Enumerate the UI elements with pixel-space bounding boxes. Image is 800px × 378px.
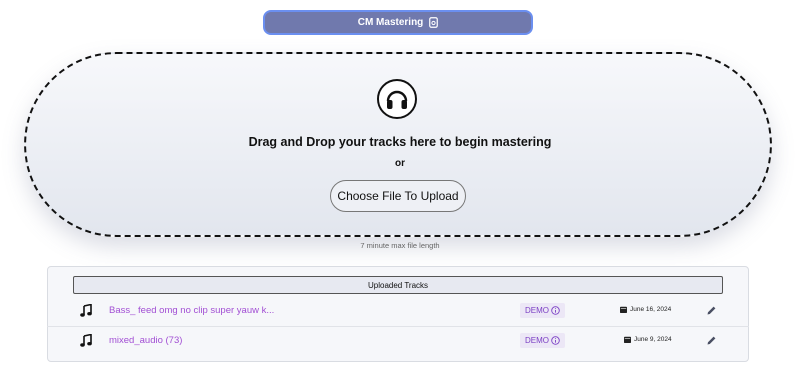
track-date: June 9, 2024 (624, 336, 672, 343)
track-row: Bass_ feed omg no clip super yauw k... D… (47, 297, 749, 325)
demo-badge-label: DEMO (525, 336, 549, 345)
choose-file-button[interactable]: Choose File To Upload (330, 180, 466, 212)
app-title-label: CM Mastering (357, 17, 424, 28)
track-date: June 16, 2024 (620, 306, 671, 313)
dropzone-title: Drag and Drop your tracks here to begin … (248, 135, 552, 149)
info-icon[interactable] (551, 306, 560, 315)
track-row: mixed_audio (73) DEMO June 9, 2024 (47, 326, 749, 354)
demo-badge-label: DEMO (525, 306, 549, 315)
music-note-icon (80, 334, 92, 347)
music-note-icon (80, 304, 92, 317)
track-name-link[interactable]: Bass_ feed omg no clip super yauw k... (109, 305, 274, 316)
uploaded-tracks-header: Uploaded Tracks (73, 276, 723, 294)
max-length-note: 7 minute max file length (360, 241, 440, 250)
track-name-link[interactable]: mixed_audio (73) (109, 335, 182, 346)
headphones-icon (377, 79, 417, 119)
track-date-text: June 16, 2024 (630, 306, 672, 313)
pencil-edit-icon[interactable] (706, 335, 717, 346)
pencil-edit-icon[interactable] (706, 305, 717, 316)
track-date-text: June 9, 2024 (634, 336, 672, 343)
calendar-icon (620, 306, 627, 313)
demo-badge: DEMO (520, 303, 565, 318)
dropzone-or-text: or (395, 158, 405, 169)
demo-badge: DEMO (520, 333, 565, 348)
info-icon[interactable] (551, 336, 560, 345)
calendar-icon (624, 336, 631, 343)
document-icon (429, 17, 439, 28)
app-title-button[interactable]: CM Mastering (263, 10, 533, 35)
